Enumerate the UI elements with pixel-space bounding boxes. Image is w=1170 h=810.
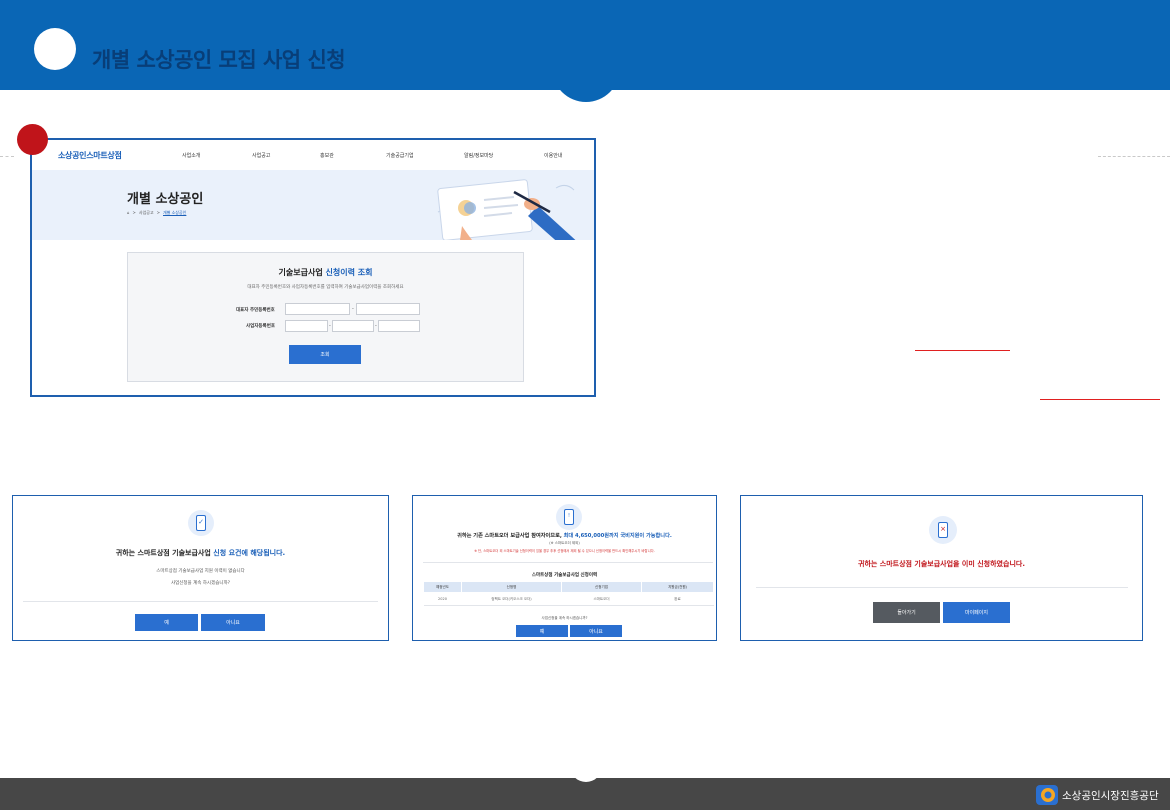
page-title: 개별 소상공인 모집 사업 신청 — [92, 48, 346, 72]
page: 개별 소상공인 모집 사업 신청 소상공인스마트상점 사업소개 사업공고 홍보관… — [0, 0, 1170, 810]
dash: - — [375, 323, 377, 329]
no-button[interactable]: 아니요 — [201, 614, 265, 631]
divider — [23, 601, 378, 602]
column-header: 신청명 — [461, 581, 562, 593]
yes-button[interactable]: 예 — [516, 625, 568, 637]
phone-info-icon: ! — [556, 504, 582, 530]
history-table-title: 스마트상점 기술보급사업 신청이력 — [531, 573, 598, 578]
nav-item-notice[interactable]: 사업공고 — [252, 152, 270, 159]
brn-part1-input[interactable] — [285, 320, 328, 332]
portal-logo[interactable]: 소상공인스마트상점 — [58, 150, 122, 161]
breadcrumb-current[interactable]: 개별 소상공인 — [163, 210, 186, 215]
banner-tab-shape — [552, 62, 620, 102]
divider-left — [0, 156, 14, 157]
nav-item-intro[interactable]: 사업소개 — [182, 152, 200, 159]
table-cell: 컴팩트 오더(키오스크 오더) — [461, 592, 562, 606]
banner-circle-icon — [34, 28, 76, 70]
rrn-front-input[interactable] — [285, 303, 350, 315]
dialog-already-applied: × 귀하는 스마트상점 기술보급사업을 이미 신청하였습니다. 돌아가기 마이페… — [740, 495, 1143, 641]
heading-highlight: 최대 4,650,000원까지 국비지원이 가능합니다. — [563, 533, 672, 539]
dash: - — [329, 323, 331, 329]
lookup-button[interactable]: 조회 — [289, 345, 361, 364]
dialog-history-heading: 귀하는 기존 스마트오더 보급사업 참여자이므로, 최대 4,650,000원까… — [413, 532, 716, 539]
table-header-row: 예정년도 신청명 신청기업 지원금(천원) — [423, 581, 714, 593]
nav-item-guide[interactable]: 이용안내 — [544, 152, 562, 159]
hero-title: 개별 소상공인 — [127, 192, 204, 207]
column-header: 신청기업 — [561, 581, 642, 593]
no-button[interactable]: 아니요 — [570, 625, 622, 637]
table-cell: 스마트오더 — [561, 592, 642, 606]
phone-check-icon: ✓ — [188, 510, 214, 536]
breadcrumb: ⌂ > 사업공고 > 개별 소상공인 — [127, 210, 187, 215]
brn-part3-input[interactable] — [378, 320, 420, 332]
hero-banner: 개별 소상공인 ⌂ > 사업공고 > 개별 소상공인 — [32, 170, 594, 240]
home-icon[interactable]: ⌂ — [127, 210, 130, 215]
column-header: 지원금(천원) — [641, 581, 714, 593]
heading-highlight: 신청 요건에 해당됩니다. — [213, 549, 286, 557]
brn-label: 사업자등록번호 — [246, 324, 275, 329]
column-header: 예정년도 — [423, 581, 462, 593]
dialog-eligible-line2: 사업신청을 계속 하시겠습니까? — [170, 581, 231, 586]
nav-item-info[interactable]: 알림/정보마당 — [464, 152, 493, 159]
back-button[interactable]: 돌아가기 — [873, 602, 940, 623]
table-cell: 완료 — [641, 592, 714, 606]
table-cell: 2020 — [423, 592, 462, 606]
lookup-title: 기술보급사업 신청이력 조회 — [128, 267, 523, 278]
lookup-title-prefix: 기술보급사업 — [278, 268, 323, 277]
dialog-history-prompt: 사업신청을 계속 하시겠습니까? — [541, 616, 588, 620]
heading-prefix: 귀하는 기존 스마트오더 보급사업 참여자이므로, — [457, 533, 562, 539]
divider-right — [1098, 156, 1170, 157]
dialog-eligible-heading: 귀하는 스마트상점 기술보급사업 신청 요건에 해당됩니다. — [13, 548, 388, 558]
dialog-history-paren: (※ 스마트오더 제외) — [549, 541, 580, 545]
rrn-label: 대표자 주민등록번호 — [236, 308, 275, 313]
org-logo-icon — [1036, 785, 1058, 805]
annotation-underline — [1040, 399, 1160, 400]
breadcrumb-item[interactable]: 사업공고 — [139, 210, 154, 215]
portal-nav: 소상공인스마트상점 사업소개 사업공고 홍보관 기술공급기업 알림/정보마당 이… — [32, 140, 594, 170]
lookup-form: 기술보급사업 신청이력 조회 대표자 주민등록번호와 사업자등록번호를 입력하여… — [127, 252, 524, 382]
dash: - — [352, 306, 354, 312]
yes-button[interactable]: 예 — [135, 614, 198, 631]
nav-item-suppliers[interactable]: 기술공급기업 — [386, 152, 414, 159]
document-signing-illustration — [437, 179, 576, 240]
divider — [756, 587, 1128, 588]
heading-highlight: 이미 신청하였습니다. — [961, 560, 1025, 568]
footer — [0, 778, 1170, 810]
lookup-screenshot: 소상공인스마트상점 사업소개 사업공고 홍보관 기술공급기업 알림/정보마당 이… — [30, 138, 596, 397]
mypage-button[interactable]: 마이페이지 — [943, 602, 1010, 623]
heading-prefix: 귀하는 스마트상점 기술보급사업을 — [858, 560, 960, 568]
rrn-back-input[interactable] — [356, 303, 420, 315]
dialog-eligible: ✓ 귀하는 스마트상점 기술보급사업 신청 요건에 해당됩니다. 스마트상점 기… — [12, 495, 389, 641]
dialog-eligible-line1: 스마트상점 기술보급사업 지원 이력이 없습니다 — [156, 569, 245, 574]
lookup-description: 대표자 주민등록번호와 사업자등록번호를 입력하여 기술보급사업이력을 조회하세… — [247, 285, 404, 290]
table-row: 2020 컴팩트 오더(키오스크 오더) 스마트오더 완료 — [423, 592, 714, 606]
phone-x-icon: × — [929, 516, 957, 544]
dialog-history: ! 귀하는 기존 스마트오더 보급사업 참여자이므로, 최대 4,650,000… — [412, 495, 717, 641]
brn-part2-input[interactable] — [332, 320, 374, 332]
divider — [423, 562, 713, 563]
dialog-history-warning: ※ 단, 스마트오더 외 스마트기술 신청이력이 있을 경우 추후 선정에서 제… — [474, 549, 655, 553]
dialog-already-heading: 귀하는 스마트상점 기술보급사업을 이미 신청하였습니다. — [741, 559, 1142, 569]
annotation-underline — [915, 350, 1010, 351]
step-badge — [17, 124, 48, 155]
lookup-title-highlight: 신청이력 조회 — [325, 268, 373, 277]
history-table: 예정년도 신청명 신청기업 지원금(천원) 2020 컴팩트 오더(키오스크 오… — [423, 581, 714, 606]
nav-item-promo[interactable]: 홍보관 — [320, 152, 334, 159]
heading-prefix: 귀하는 스마트상점 기술보급사업 — [115, 549, 211, 557]
footer-org-name: 소상공인시장진흥공단 — [1062, 790, 1159, 802]
